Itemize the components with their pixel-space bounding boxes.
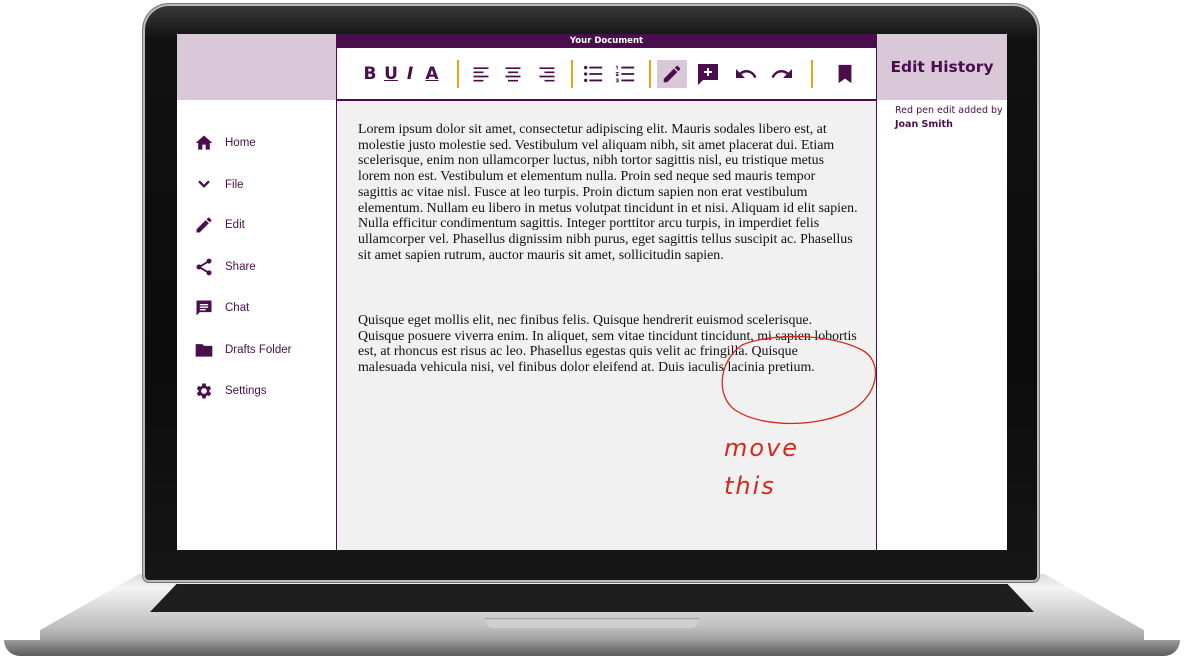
document-canvas[interactable]: Lorem ipsum dolor sit amet, consectetur … bbox=[336, 101, 877, 550]
sidebar-item-label: Settings bbox=[225, 385, 267, 397]
bullet-list-icon bbox=[584, 65, 603, 83]
sidebar-item-share[interactable]: Share bbox=[194, 257, 256, 277]
laptop-base-edge bbox=[4, 640, 1180, 656]
text-color-button[interactable]: A bbox=[423, 62, 441, 86]
chat-icon bbox=[194, 298, 214, 318]
share-icon bbox=[194, 257, 214, 277]
sidebar-item-label: Chat bbox=[225, 302, 250, 314]
pen-icon bbox=[663, 65, 681, 83]
pen-tool-button[interactable] bbox=[657, 60, 687, 88]
edit-history-title: Edit History bbox=[877, 34, 1007, 100]
align-left-icon bbox=[473, 67, 489, 82]
numbered-list-button[interactable] bbox=[613, 62, 637, 86]
folder-icon bbox=[194, 340, 214, 360]
sidebar-item-label: Share bbox=[225, 261, 256, 273]
history-entry-text: Red pen edit added by bbox=[895, 105, 1003, 116]
keyboard bbox=[150, 584, 1034, 612]
align-center-button[interactable] bbox=[501, 62, 525, 86]
history-entry[interactable]: Red pen edit added by Joan Smith bbox=[895, 104, 1003, 132]
align-right-button[interactable] bbox=[535, 62, 559, 86]
numbered-list-icon bbox=[615, 65, 635, 83]
app-screen: Home File Edit Share Chat Drafts Folder … bbox=[177, 34, 1007, 550]
bookmark-icon bbox=[838, 64, 852, 84]
bullet-list-button[interactable] bbox=[581, 62, 605, 86]
undo-icon bbox=[736, 69, 757, 78]
toolbar-separator bbox=[571, 60, 573, 88]
sidebar-item-label: Drafts Folder bbox=[225, 344, 292, 356]
sidebar-item-chat[interactable]: Chat bbox=[194, 298, 249, 318]
home-icon bbox=[194, 133, 214, 153]
undo-button[interactable] bbox=[733, 62, 759, 86]
bookmark-button[interactable] bbox=[833, 62, 857, 86]
sidebar-item-home[interactable]: Home bbox=[194, 133, 256, 153]
sidebar: Home File Edit Share Chat Drafts Folder … bbox=[177, 100, 336, 550]
sidebar-item-drafts-folder[interactable]: Drafts Folder bbox=[194, 340, 291, 360]
sidebar-item-label: File bbox=[225, 179, 244, 191]
toolbar-separator bbox=[811, 60, 813, 88]
formatting-toolbar: B U I A bbox=[336, 48, 877, 101]
sidebar-item-edit[interactable]: Edit bbox=[194, 215, 245, 235]
underline-button[interactable]: U bbox=[383, 62, 399, 86]
align-right-icon bbox=[539, 67, 555, 82]
sidebar-header bbox=[177, 34, 336, 100]
align-left-button[interactable] bbox=[469, 62, 493, 86]
chevron-down-icon bbox=[194, 175, 214, 195]
trackpad-notch bbox=[485, 618, 699, 628]
toolbar-separator bbox=[649, 60, 651, 88]
redo-button[interactable] bbox=[769, 62, 795, 86]
add-comment-button[interactable] bbox=[695, 62, 721, 86]
align-center-icon bbox=[505, 67, 521, 82]
document-paragraph[interactable]: Quisque eget mollis elit, nec finibus fe… bbox=[358, 313, 858, 376]
pencil-icon bbox=[194, 215, 214, 235]
document-title: Your Document bbox=[336, 34, 877, 48]
sidebar-item-file[interactable]: File bbox=[194, 175, 244, 195]
sidebar-item-label: Home bbox=[225, 137, 256, 149]
redo-icon bbox=[771, 69, 792, 78]
italic-button[interactable]: I bbox=[405, 62, 415, 86]
document-paragraph[interactable]: Lorem ipsum dolor sit amet, consectetur … bbox=[358, 122, 858, 263]
gear-icon bbox=[194, 381, 214, 401]
toolbar-separator bbox=[457, 60, 459, 88]
sidebar-item-settings[interactable]: Settings bbox=[194, 381, 267, 401]
sidebar-item-label: Edit bbox=[225, 219, 245, 231]
edit-history-panel: Red pen edit added by Joan Smith bbox=[877, 100, 1007, 550]
history-entry-author: Joan Smith bbox=[895, 119, 953, 130]
bold-button[interactable]: B bbox=[363, 62, 377, 86]
add-comment-icon bbox=[698, 64, 718, 85]
